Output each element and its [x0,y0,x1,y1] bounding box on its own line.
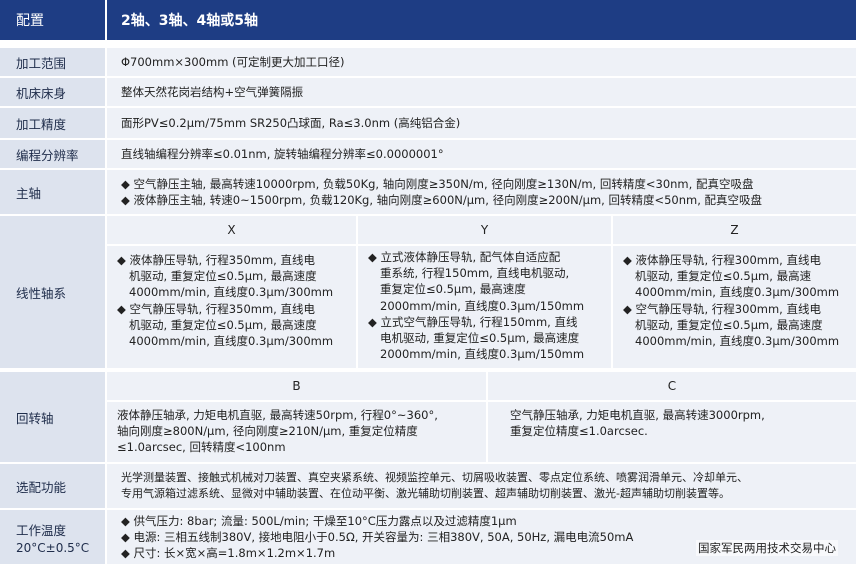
spindle-line: ◆ 空气静压主轴, 最高转速10000rpm, 负载50Kg, 轴向刚度≥350… [121,177,754,191]
axis-b-header: B [107,372,488,400]
environment-label-line1: 工作温度 [16,522,67,538]
bed-label: 机床床身 [0,78,107,106]
axis-c-header: C [488,372,856,400]
spindle-label: 主轴 [0,170,107,214]
header-label: 配置 [0,0,107,40]
header-row: 配置 2轴、3轴、4轴或5轴 [0,0,856,40]
row-bed: 机床床身 整体天然花岗岩结构+空气弹簧隔振 [0,76,856,106]
range-label: 加工范围 [0,48,107,76]
options-label: 选配功能 [0,464,107,508]
environment-label: 工作温度 20°C±0.5°C [0,510,107,564]
axis-x-spec: ◆ 液体静压导轨, 行程350mm, 直线电 机驱动, 重复定位≤0.5μm, … [107,246,358,368]
resolution-label: 编程分辨率 [0,140,107,168]
rotary-label: 回转轴 [0,372,107,462]
axis-b-spec: 液体静压轴承, 力矩电机直驱, 最高转速50rpm, 行程0°~360°, 轴向… [107,402,488,462]
range-value: Φ700mm×300mm (可定制更大加工口径) [107,48,856,76]
row-range: 加工范围 Φ700mm×300mm (可定制更大加工口径) [0,46,856,76]
axis-y-spec: ◆ 立式液体静压导轨, 配气体自适应配 重系统, 行程150mm, 直线电机驱动… [358,246,613,368]
row-linear-axes: 线性轴系 X Y Z ◆ 液体静压导轨, 行程350mm, 直线电 机驱动, 重… [0,214,856,368]
spindle-line: ◆ 液体静压主轴, 转速0~1500rpm, 负载120Kg, 轴向刚度≥600… [121,193,763,207]
axis-c-spec: 空气静压轴承, 力矩电机直驱, 最高转速3000rpm, 重复定位精度≤1.0a… [488,402,856,462]
row-resolution: 编程分辨率 直线轴编程分辨率≤0.01nm, 旋转轴编程分辨率≤0.000000… [0,138,856,168]
header-value: 2轴、3轴、4轴或5轴 [107,0,856,40]
row-spindle: 主轴 ◆ 空气静压主轴, 最高转速10000rpm, 负载50Kg, 轴向刚度≥… [0,168,856,214]
watermark-text: 国家军民两用技术交易中心 [696,540,838,556]
options-value: 光学测量装置、接触式机械对刀装置、真空夹紧系统、视频监控单元、切屑吸收装置、零点… [107,464,856,508]
accuracy-value: 面形PV≤0.2μm/75mm SR250凸球面, Ra≤3.0nm (高纯铝合… [107,108,856,138]
row-accuracy: 加工精度 面形PV≤0.2μm/75mm SR250凸球面, Ra≤3.0nm … [0,106,856,138]
bed-value: 整体天然花岗岩结构+空气弹簧隔振 [107,78,856,106]
spindle-value: ◆ 空气静压主轴, 最高转速10000rpm, 负载50Kg, 轴向刚度≥350… [107,170,856,214]
environment-label-line2: 20°C±0.5°C [16,540,90,555]
accuracy-label: 加工精度 [0,108,107,138]
row-options: 选配功能 光学测量装置、接触式机械对刀装置、真空夹紧系统、视频监控单元、切屑吸收… [0,462,856,508]
axis-x-header: X [107,216,358,244]
resolution-value: 直线轴编程分辨率≤0.01nm, 旋转轴编程分辨率≤0.0000001° [107,140,856,168]
row-rotary-axes: 回转轴 B C 液体静压轴承, 力矩电机直驱, 最高转速50rpm, 行程0°~… [0,370,856,462]
axis-y-header: Y [358,216,613,244]
linear-label: 线性轴系 [0,216,107,368]
axis-z-header: Z [613,216,856,244]
axis-z-spec: ◆ 液体静压导轨, 行程300mm, 直线电 机驱动, 重复定位≤0.5μm, … [613,246,856,368]
